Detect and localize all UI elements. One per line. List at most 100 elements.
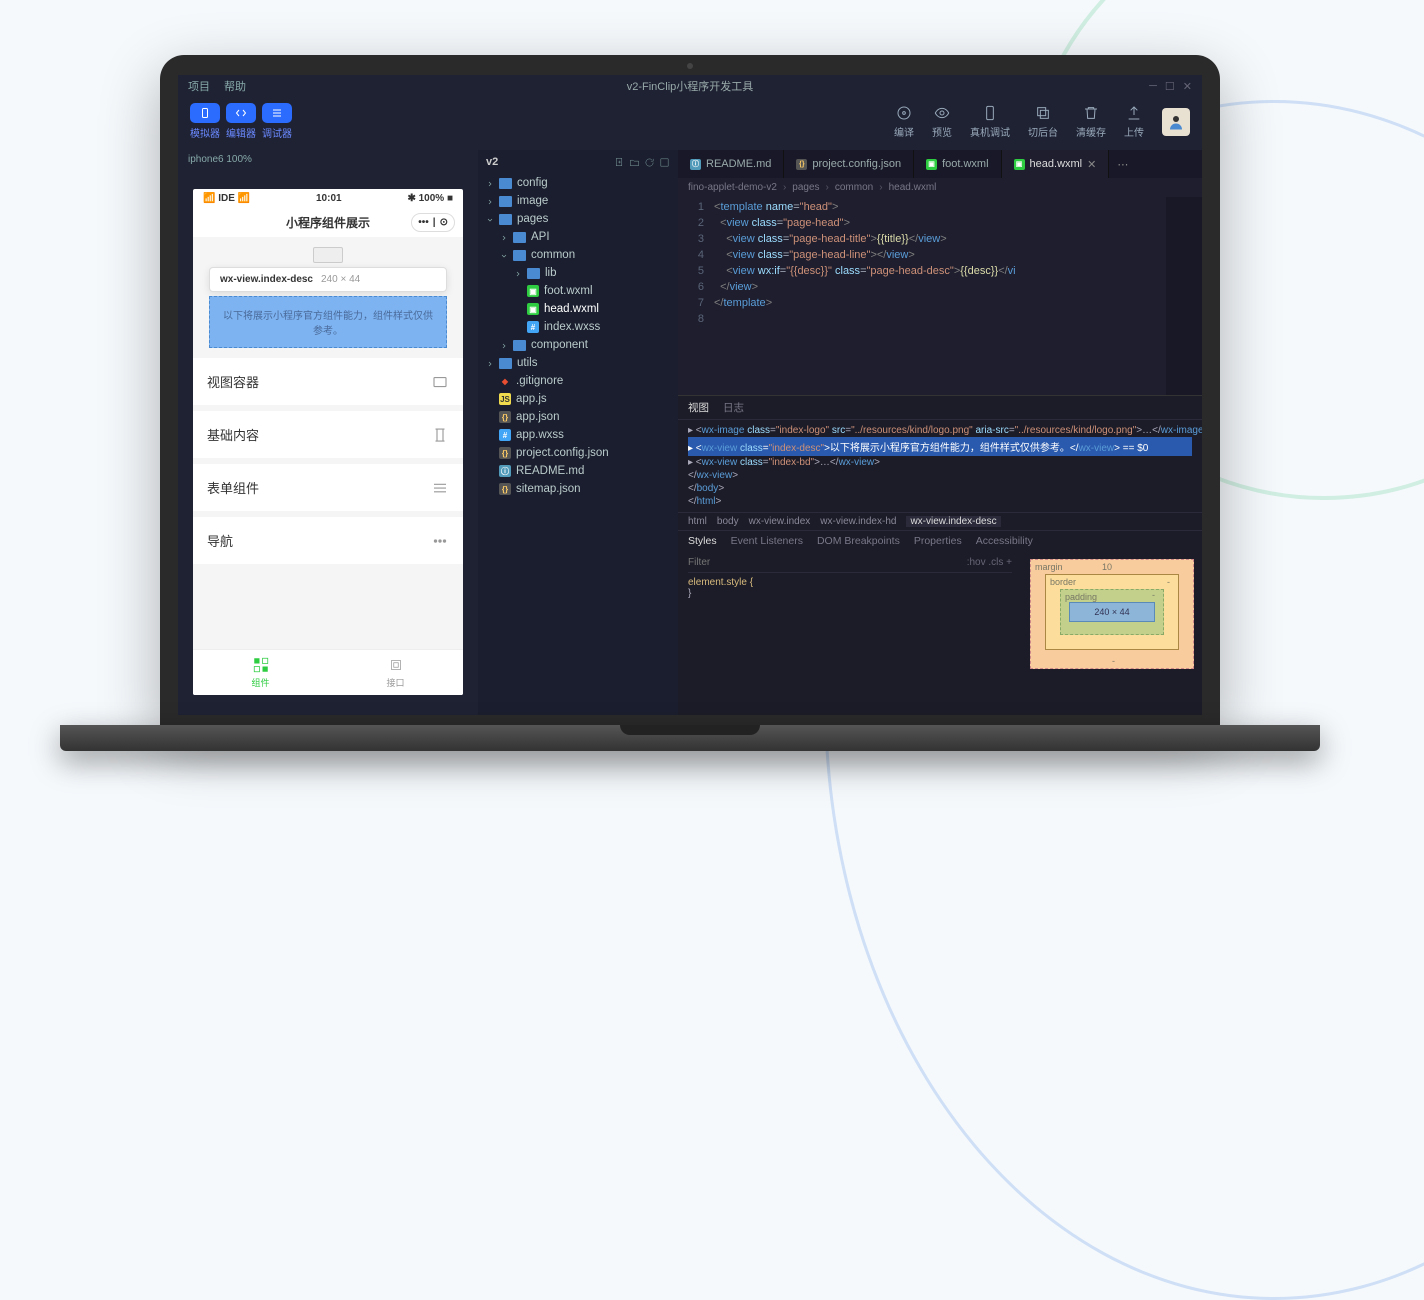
phone-preview: 📶 IDE 📶 10:01 ✱ 100% ■ 小程序组件展示 ••• | ⊙ [193,189,463,695]
tree-node[interactable]: image [482,192,674,210]
list-item[interactable]: 导航 [193,517,463,564]
editor-tab[interactable]: ▣foot.wxml [914,150,1001,178]
capsule-button[interactable]: ••• | ⊙ [411,213,455,232]
styles-filter-input[interactable] [688,557,957,568]
dom-node[interactable]: </body> [688,482,1192,495]
tree-node[interactable]: #index.wxss [482,318,674,336]
simulator-panel: iphone6 100% 📶 IDE 📶 10:01 ✱ 100% ■ 小程序组… [178,150,478,715]
tree-node[interactable]: JSapp.js [482,390,674,408]
mode-simulator[interactable]: 模拟器 [190,103,220,140]
mode-debugger[interactable]: 调试器 [262,103,292,140]
tool-remote-debug[interactable]: 真机调试 [970,105,1010,139]
subtab-listeners[interactable]: Event Listeners [731,535,803,547]
dom-node[interactable]: </wx-view> [688,469,1192,482]
tree-node[interactable]: config [482,174,674,192]
highlighted-element[interactable]: 以下将展示小程序官方组件能力，组件样式仅供参考。 [209,296,447,348]
editor-tab[interactable]: {}project.config.json [784,150,914,178]
file-tree[interactable]: configimagepagesAPIcommonlib▣foot.wxml▣h… [478,174,678,498]
crumb-item[interactable]: wx-view.index-hd [820,516,896,527]
menu-help[interactable]: 帮助 [224,78,246,94]
tab-console[interactable]: 日志 [723,400,744,415]
breadcrumb-item[interactable]: pages [792,182,819,193]
main-area: iphone6 100% 📶 IDE 📶 10:01 ✱ 100% ■ 小程序组… [178,150,1202,715]
subtab-accessibility[interactable]: Accessibility [976,535,1033,547]
maximize-icon[interactable]: ☐ [1165,80,1175,93]
dom-node[interactable]: </html> [688,495,1192,508]
tree-node[interactable]: API [482,228,674,246]
tool-upload[interactable]: 上传 [1124,105,1144,139]
mode-editor[interactable]: 编辑器 [226,103,256,140]
list-item[interactable]: 基础内容 [193,411,463,458]
tab-elements[interactable]: 视图 [688,400,709,415]
tree-node[interactable]: ▣head.wxml [482,300,674,318]
tree-node[interactable]: utils [482,354,674,372]
folder-icon [527,268,540,279]
tree-node[interactable]: {}app.json [482,408,674,426]
menu-dots-icon[interactable]: ••• [418,217,429,228]
filter-tools[interactable]: :hov .cls + [967,557,1012,568]
breadcrumb-item[interactable]: fino-applet-demo-v2 [688,182,777,193]
dom-node[interactable]: ▸ <wx-view class="index-desc">以下将展示小程序官方… [688,437,1192,456]
window-controls[interactable]: ─ ☐ ✕ [1149,80,1192,93]
menu-project[interactable]: 项目 [188,78,210,94]
dom-node[interactable]: ▸ <wx-image class="index-logo" src="../r… [688,424,1192,437]
box-model: margin 10 border - padding - 240 × 4 [1022,551,1202,715]
editor-tab[interactable]: ▣head.wxml✕ [1002,150,1110,178]
subtab-styles[interactable]: Styles [688,535,717,547]
tool-preview[interactable]: 预览 [932,105,952,139]
folder-icon [513,232,526,243]
new-folder-icon[interactable] [629,157,640,168]
list-item[interactable]: 表单组件 [193,464,463,511]
editor-tab[interactable]: ⓘREADME.md [678,150,784,178]
new-file-icon[interactable] [614,157,625,168]
styles-rules[interactable]: :hov .cls + element.style {}</span><div … [678,551,1022,715]
tree-node[interactable]: #app.wxss [482,426,674,444]
subtab-properties[interactable]: Properties [914,535,962,547]
collapse-icon[interactable] [659,157,670,168]
dom-breadcrumb[interactable]: html body wx-view.index wx-view.index-hd wx-… [678,512,1202,530]
list-item[interactable]: 视图容器 [193,358,463,405]
crumb-item[interactable]: wx-view.index [749,516,811,527]
toolbar: 模拟器 编辑器 调试器 编译 预览 真机调试 切后台 [178,97,1202,150]
tree-node[interactable]: ⓘREADME.md [482,462,674,480]
file-icon: # [527,321,539,333]
breadcrumb[interactable]: fino-applet-demo-v2›pages›common›head.wx… [678,178,1202,197]
close-circle-icon[interactable]: ⊙ [440,217,448,228]
dom-tree[interactable]: ▸ <wx-image class="index-logo" src="../r… [678,420,1202,512]
minimize-icon[interactable]: ─ [1149,80,1157,93]
breadcrumb-item[interactable]: common [835,182,873,193]
crumb-item[interactable]: html [688,516,707,527]
tab-component[interactable]: 组件 [193,650,328,695]
close-tab-icon[interactable]: ✕ [1087,158,1096,171]
more-tabs[interactable]: ⋯ [1109,158,1136,171]
code-content[interactable]: <template name="head"> <view class="page… [714,197,1202,395]
dom-node[interactable]: ▸ <wx-view class="index-bd">…</wx-view> [688,456,1192,469]
devtools-tabs: 视图 日志 [678,396,1202,420]
minimap[interactable] [1166,197,1202,395]
code-editor[interactable]: 12345678 <template name="head"> <view cl… [678,197,1202,395]
subtab-dom-bp[interactable]: DOM Breakpoints [817,535,900,547]
item-icon [431,479,449,497]
tree-node[interactable]: {}sitemap.json [482,480,674,498]
crumb-item[interactable]: wx-view.index-desc [906,516,1000,527]
css-rule[interactable]: element.style {} [688,577,1012,599]
devtools-panel: 视图 日志 ▸ <wx-image class="index-logo" src… [678,395,1202,715]
tree-node[interactable]: common [482,246,674,264]
phone-body[interactable]: wx-view.index-desc 240 × 44 以下将展示小程序官方组件… [193,237,463,649]
tree-node[interactable]: ▣foot.wxml [482,282,674,300]
tree-node[interactable]: component [482,336,674,354]
tool-background[interactable]: 切后台 [1028,105,1058,139]
device-indicator[interactable]: iphone6 100% [178,150,478,169]
tool-clear-cache[interactable]: 清缓存 [1076,105,1106,139]
close-icon[interactable]: ✕ [1183,80,1192,93]
tree-node[interactable]: ◆.gitignore [482,372,674,390]
tab-api[interactable]: 接口 [328,650,463,695]
tree-node[interactable]: lib [482,264,674,282]
refresh-icon[interactable] [644,157,655,168]
breadcrumb-item[interactable]: head.wxml [889,182,937,193]
tree-node[interactable]: {}project.config.json [482,444,674,462]
tool-compile[interactable]: 编译 [894,105,914,139]
tree-node[interactable]: pages [482,210,674,228]
user-avatar[interactable] [1162,108,1190,136]
crumb-item[interactable]: body [717,516,739,527]
